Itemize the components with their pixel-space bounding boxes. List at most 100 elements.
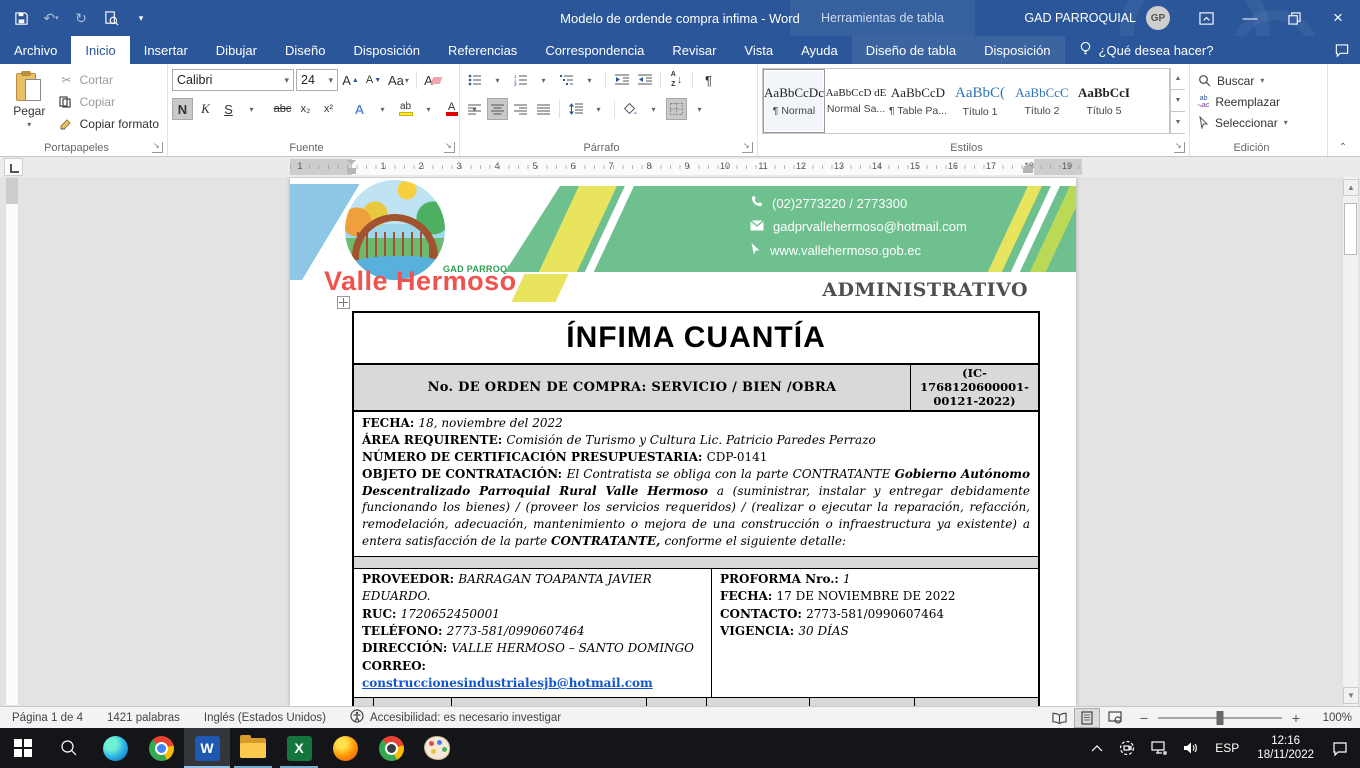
vertical-scrollbar[interactable]: ▲ ▼ xyxy=(1342,177,1358,706)
numbering-caret[interactable]: ▾ xyxy=(533,69,554,91)
copy-button[interactable]: Copiar xyxy=(55,91,163,113)
multilevel-list-button[interactable] xyxy=(556,69,577,91)
tray-expand-chevron-icon[interactable] xyxy=(1085,728,1109,768)
language-indicator[interactable]: ESP xyxy=(1209,728,1245,768)
web-layout-button[interactable] xyxy=(1102,708,1128,728)
justify-button[interactable] xyxy=(533,98,554,120)
line-spacing-caret[interactable]: ▾ xyxy=(588,98,609,120)
underline-button[interactable]: S xyxy=(218,98,239,120)
ribbon-display-options-icon[interactable] xyxy=(1184,0,1228,36)
zoom-slider[interactable] xyxy=(1158,717,1282,719)
volume-icon[interactable] xyxy=(1177,728,1205,768)
redo-icon[interactable]: ↻ xyxy=(68,5,94,31)
line-spacing-button[interactable] xyxy=(565,98,586,120)
grow-font-button[interactable]: A▲ xyxy=(340,69,361,91)
format-painter-button[interactable]: Copiar formato xyxy=(55,113,163,135)
purchase-order-table[interactable]: ÍNFIMA CUANTÍA No. DE ORDEN DE COMPRA: S… xyxy=(352,311,1040,706)
scrollbar-thumb[interactable] xyxy=(1344,203,1357,255)
style-titulo-2[interactable]: AaBbCcC Título 2 xyxy=(1011,69,1073,133)
zoom-slider-thumb[interactable] xyxy=(1217,711,1224,725)
undo-icon[interactable]: ↶▾ xyxy=(38,5,64,31)
shading-button[interactable] xyxy=(620,98,641,120)
bold-button[interactable]: N xyxy=(172,98,193,120)
select-button[interactable]: Seleccionar▾ xyxy=(1194,112,1323,133)
increase-indent-button[interactable] xyxy=(634,69,655,91)
tab-diseno[interactable]: Diseño xyxy=(271,36,339,64)
taskbar-firefox[interactable] xyxy=(322,728,368,768)
taskbar-chrome[interactable] xyxy=(138,728,184,768)
horizontal-ruler[interactable]: 1 1 2 3 4 5 6 7 8 9 10 11 12 13 14 15 16… xyxy=(290,159,1082,175)
tab-vista[interactable]: Vista xyxy=(730,36,787,64)
decrease-indent-button[interactable] xyxy=(611,69,632,91)
collapse-ribbon-icon[interactable]: ⌃ xyxy=(1334,140,1352,154)
zoom-out-button[interactable]: − xyxy=(1138,710,1150,726)
print-preview-icon[interactable] xyxy=(98,5,124,31)
style-normal[interactable]: AaBbCcDc ¶ Normal xyxy=(763,69,825,133)
start-button[interactable] xyxy=(0,728,46,768)
font-color-button[interactable]: A xyxy=(441,98,462,120)
italic-button[interactable]: K xyxy=(195,98,216,120)
strikethrough-button[interactable]: abc xyxy=(272,98,293,120)
subscript-button[interactable]: x₂ xyxy=(295,98,316,120)
highlight-caret[interactable]: ▾ xyxy=(418,98,439,120)
underline-caret[interactable]: ▾ xyxy=(241,98,262,120)
network-icon[interactable] xyxy=(1145,728,1173,768)
feedback-comment-icon[interactable] xyxy=(1334,36,1350,64)
taskbar-explorer[interactable] xyxy=(230,728,276,768)
style-normal-sa[interactable]: AaBbCcD dE Normal Sa... xyxy=(825,69,887,133)
paste-button[interactable]: Pegar ▾ xyxy=(4,67,55,135)
tab-disposicion-tabla[interactable]: Disposición xyxy=(970,36,1064,64)
bullets-caret[interactable]: ▾ xyxy=(487,69,508,91)
styles-scroll-down[interactable]: ▼ xyxy=(1171,90,1185,112)
style-titulo-1[interactable]: AaBbC( Título 1 xyxy=(949,69,1011,133)
customize-qat-icon[interactable]: ▾ xyxy=(128,5,154,31)
tab-dibujar[interactable]: Dibujar xyxy=(202,36,271,64)
zoom-percentage[interactable]: 100% xyxy=(1312,712,1352,724)
meet-now-icon[interactable] xyxy=(1113,728,1141,768)
font-size-combobox[interactable]: 24▾ xyxy=(296,69,338,91)
align-center-button[interactable] xyxy=(487,98,508,120)
align-right-button[interactable] xyxy=(510,98,531,120)
zoom-in-button[interactable]: + xyxy=(1290,710,1302,726)
taskbar-word[interactable]: W xyxy=(184,728,230,768)
paragraph-dialog-launcher[interactable] xyxy=(742,142,753,153)
action-center-icon[interactable] xyxy=(1326,728,1354,768)
clock[interactable]: 12:16 18/11/2022 xyxy=(1249,734,1322,763)
indent-marker-left[interactable] xyxy=(347,160,356,174)
tell-me-box[interactable]: ¿Qué desea hacer? xyxy=(1065,36,1228,64)
tab-ayuda[interactable]: Ayuda xyxy=(787,36,852,64)
sort-button[interactable]: AZ ↓ xyxy=(666,69,687,91)
vertical-ruler[interactable] xyxy=(5,177,19,706)
print-layout-button[interactable] xyxy=(1074,708,1100,728)
tab-insertar[interactable]: Insertar xyxy=(130,36,202,64)
highlight-button[interactable]: ab xyxy=(395,98,416,120)
tab-archivo[interactable]: Archivo xyxy=(0,36,71,64)
taskbar-edge[interactable] xyxy=(92,728,138,768)
borders-button[interactable] xyxy=(666,98,687,120)
style-table-pa[interactable]: AaBbCcD ¶ Table Pa... xyxy=(887,69,949,133)
taskbar-chrome-profile[interactable] xyxy=(368,728,414,768)
font-dialog-launcher[interactable] xyxy=(444,142,455,153)
taskbar-excel[interactable]: X xyxy=(276,728,322,768)
scroll-up-arrow[interactable]: ▲ xyxy=(1343,179,1359,196)
supplier-email-link[interactable]: construccionesindustrialesjb@hotmail.com xyxy=(362,676,653,690)
tab-referencias[interactable]: Referencias xyxy=(434,36,531,64)
shading-caret[interactable]: ▾ xyxy=(643,98,664,120)
show-marks-button[interactable]: ¶ xyxy=(698,69,719,91)
account-name[interactable]: GAD PARROQUIAL xyxy=(1024,11,1136,25)
minimize-button[interactable]: — xyxy=(1228,0,1272,36)
document-page[interactable]: Valle Hermoso GAD PARROQUIAL (02)2773220… xyxy=(290,178,1076,706)
taskbar-search-button[interactable] xyxy=(46,728,92,768)
find-button[interactable]: Buscar▾ xyxy=(1194,70,1323,91)
clipboard-dialog-launcher[interactable] xyxy=(152,142,163,153)
clear-formatting-button[interactable]: A xyxy=(422,69,443,91)
styles-dialog-launcher[interactable] xyxy=(1174,142,1185,153)
read-mode-button[interactable] xyxy=(1046,708,1072,728)
multilevel-caret[interactable]: ▾ xyxy=(579,69,600,91)
font-name-combobox[interactable]: Calibri▾ xyxy=(172,69,294,91)
scroll-down-arrow[interactable]: ▼ xyxy=(1343,687,1359,704)
shrink-font-button[interactable]: A▼ xyxy=(363,69,384,91)
close-button[interactable]: × xyxy=(1316,0,1360,36)
borders-caret[interactable]: ▾ xyxy=(689,98,710,120)
tab-disposicion[interactable]: Disposición xyxy=(339,36,433,64)
